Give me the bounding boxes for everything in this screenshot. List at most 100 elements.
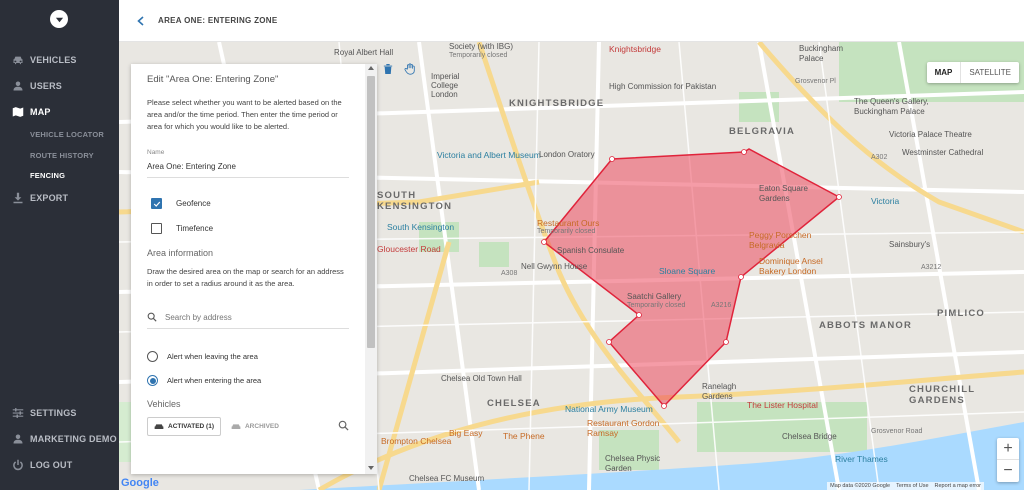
geofence-checkbox-row[interactable]: Geofence bbox=[147, 198, 349, 209]
map-label-south-kensington-area: SOUTH KENSINGTON bbox=[377, 190, 453, 212]
map-label-ranelagh[interactable]: Ranelagh Gardens bbox=[702, 382, 762, 402]
map-label-a3216: A3216 bbox=[711, 302, 732, 309]
draw-toolbar bbox=[381, 62, 417, 76]
map-label-royal-albert-hall[interactable]: Royal Albert Hall bbox=[334, 48, 393, 57]
timefence-label: Timefence bbox=[176, 224, 214, 233]
map-label-lister-hospital[interactable]: The Lister Hospital bbox=[747, 400, 818, 410]
map-label-high-commission[interactable]: High Commission for Pakistan bbox=[609, 82, 719, 92]
map-label-abbots-manor: ABBOTS MANOR bbox=[819, 320, 913, 331]
map-label-nell-gwynn[interactable]: Nell Gwynn House bbox=[521, 262, 587, 271]
sidebar-item-log-out[interactable]: LOG OUT bbox=[12, 459, 72, 471]
edit-fence-panel-content: Edit "Area One: Entering Zone" Please se… bbox=[131, 64, 365, 474]
map-label-society[interactable]: Society (with IBG) bbox=[449, 42, 513, 51]
map-label-saatchi-sub: Temporarily closed bbox=[627, 302, 686, 309]
map-label-restaurant-ours-sub: Temporarily closed bbox=[537, 228, 596, 235]
map-label-pimlico: PIMLICO bbox=[937, 308, 985, 319]
sidebar-subitem-fencing[interactable]: FENCING bbox=[30, 171, 65, 180]
map-label-victoria[interactable]: Victoria bbox=[871, 196, 899, 206]
map-label-london-oratory[interactable]: London Oratory bbox=[539, 150, 595, 159]
map-label-victoria-palace[interactable]: Victoria Palace Theatre bbox=[889, 130, 972, 139]
map-label-peggy-porschen[interactable]: Peggy Porschen Belgravia bbox=[749, 230, 839, 250]
map-label-the-phene[interactable]: The Phene bbox=[503, 431, 545, 441]
map-label-va-museum[interactable]: Victoria and Albert Museum bbox=[437, 150, 547, 160]
panel-scrollbar[interactable] bbox=[365, 64, 377, 474]
map-label-chelsea-area: CHELSEA bbox=[487, 398, 541, 409]
logo-chevron-down-icon[interactable] bbox=[50, 10, 68, 28]
tab-activated[interactable]: ACTIVATED (1) bbox=[147, 417, 221, 436]
map-label-brompton-chelsea[interactable]: Brompton Chelsea bbox=[381, 436, 451, 446]
zoom-out-button[interactable]: − bbox=[997, 460, 1019, 482]
sidebar-item-users[interactable]: USERS bbox=[12, 80, 62, 92]
sidebar-item-vehicles[interactable]: VEHICLES bbox=[12, 54, 77, 66]
map-label-sloane-square[interactable]: Sloane Square bbox=[659, 266, 715, 276]
map-label-chelsea-physic[interactable]: Chelsea Physic Garden bbox=[605, 454, 665, 474]
map-label-imperial-college[interactable]: Imperial College London bbox=[431, 72, 481, 99]
alert-leaving-label: Alert when leaving the area bbox=[167, 352, 258, 361]
sidebar-item-label: EXPORT bbox=[30, 193, 69, 203]
address-search-input[interactable] bbox=[165, 312, 335, 322]
panel-description: Please select whether you want to be ale… bbox=[147, 98, 342, 131]
name-field[interactable]: Area One: Entering Zone bbox=[147, 162, 349, 178]
map-label-westminster-cathedral[interactable]: Westminster Cathedral bbox=[902, 148, 983, 157]
map-label-national-army-museum[interactable]: National Army Museum bbox=[565, 404, 653, 414]
hand-icon[interactable] bbox=[403, 62, 417, 76]
map-label-saatchi[interactable]: Saatchi Gallery bbox=[627, 292, 681, 301]
user-icon bbox=[12, 80, 24, 92]
sidebar-item-label: USERS bbox=[30, 81, 63, 91]
area-information-heading: Area information bbox=[147, 248, 214, 258]
map-label-chelsea-bridge[interactable]: Chelsea Bridge bbox=[782, 432, 837, 441]
sidebar-item-marketing-demo[interactable]: MARKETING DEMO bbox=[12, 433, 117, 445]
trash-icon[interactable] bbox=[381, 62, 395, 76]
map-type-map-button[interactable]: MAP bbox=[927, 62, 962, 83]
timefence-checkbox[interactable] bbox=[151, 223, 162, 234]
map-label-spanish-consulate[interactable]: Spanish Consulate bbox=[557, 246, 624, 255]
sidebar-item-map[interactable]: MAP bbox=[12, 106, 51, 118]
zoom-control: + − bbox=[997, 438, 1019, 482]
scroll-down-arrow-icon[interactable] bbox=[368, 466, 374, 470]
vehicles-tabs: ACTIVATED (1) ARCHIVED bbox=[147, 417, 349, 436]
map-attribution-data: Map data ©2020 Google bbox=[830, 483, 891, 489]
map-label-big-easy[interactable]: Big Easy bbox=[449, 428, 483, 438]
map-label-chelsea-fc[interactable]: Chelsea FC Museum bbox=[409, 474, 484, 483]
timefence-checkbox-row[interactable]: Timefence bbox=[147, 223, 349, 234]
vehicle-search-icon[interactable] bbox=[338, 418, 349, 436]
tab-archived[interactable]: ARCHIVED bbox=[225, 418, 285, 435]
zoom-in-button[interactable]: + bbox=[997, 438, 1019, 460]
map-icon bbox=[12, 106, 24, 118]
map-report-error-link[interactable]: Report a map error bbox=[935, 483, 981, 489]
sidebar-item-settings[interactable]: SETTINGS bbox=[12, 407, 77, 419]
alert-leaving-radio[interactable] bbox=[147, 351, 158, 362]
back-chevron-left-icon[interactable] bbox=[134, 14, 148, 28]
map-label-buckingham-palace[interactable]: Buckingham Palace bbox=[799, 44, 869, 64]
sidebar-subitem-route-history[interactable]: ROUTE HISTORY bbox=[30, 151, 94, 160]
map-label-sainsburys[interactable]: Sainsbury's bbox=[889, 240, 930, 249]
sidebar-subitem-vehicle-locator[interactable]: VEHICLE LOCATOR bbox=[30, 130, 104, 139]
map-type-satellite-button[interactable]: SATELLITE bbox=[961, 62, 1019, 83]
sidebar-item-label: VEHICLES bbox=[30, 55, 77, 65]
user-icon bbox=[12, 433, 24, 445]
map-label-knightsbridge-station[interactable]: Knightsbridge bbox=[609, 44, 661, 54]
map-label-river-thames[interactable]: River Thames bbox=[835, 454, 888, 464]
alert-entering-radio-row[interactable]: Alert when entering the area bbox=[147, 375, 349, 386]
scroll-up-arrow-icon[interactable] bbox=[368, 66, 374, 70]
power-icon bbox=[12, 459, 24, 471]
download-icon bbox=[12, 192, 24, 204]
map-label-chelsea-town-hall[interactable]: Chelsea Old Town Hall bbox=[441, 374, 522, 383]
map-terms-link[interactable]: Terms of Use bbox=[896, 483, 928, 489]
map-label-gloucester-road[interactable]: Gloucester Road bbox=[377, 244, 441, 254]
map-label-restaurant-ours[interactable]: Restaurant Ours bbox=[537, 218, 599, 228]
geofence-label: Geofence bbox=[176, 199, 211, 208]
alert-entering-radio[interactable] bbox=[147, 375, 158, 386]
map-label-gordon-ramsay[interactable]: Restaurant Gordon Ramsay bbox=[587, 418, 667, 438]
map-label-south-kensington[interactable]: South Kensington bbox=[387, 222, 454, 232]
sliders-icon bbox=[12, 407, 24, 419]
car-icon bbox=[231, 424, 241, 429]
geofence-checkbox[interactable] bbox=[151, 198, 162, 209]
map-label-eaton-square[interactable]: Eaton Square Gardens bbox=[759, 184, 809, 204]
alert-leaving-radio-row[interactable]: Alert when leaving the area bbox=[147, 351, 349, 362]
page-title: AREA ONE: ENTERING ZONE bbox=[158, 16, 278, 25]
sidebar-item-export[interactable]: EXPORT bbox=[12, 192, 68, 204]
scrollbar-thumb[interactable] bbox=[367, 76, 375, 348]
map-label-queens-gallery[interactable]: The Queen's Gallery, Buckingham Palace bbox=[854, 97, 934, 117]
map-label-dominique-ansel[interactable]: Dominique Ansel Bakery London bbox=[759, 256, 839, 276]
